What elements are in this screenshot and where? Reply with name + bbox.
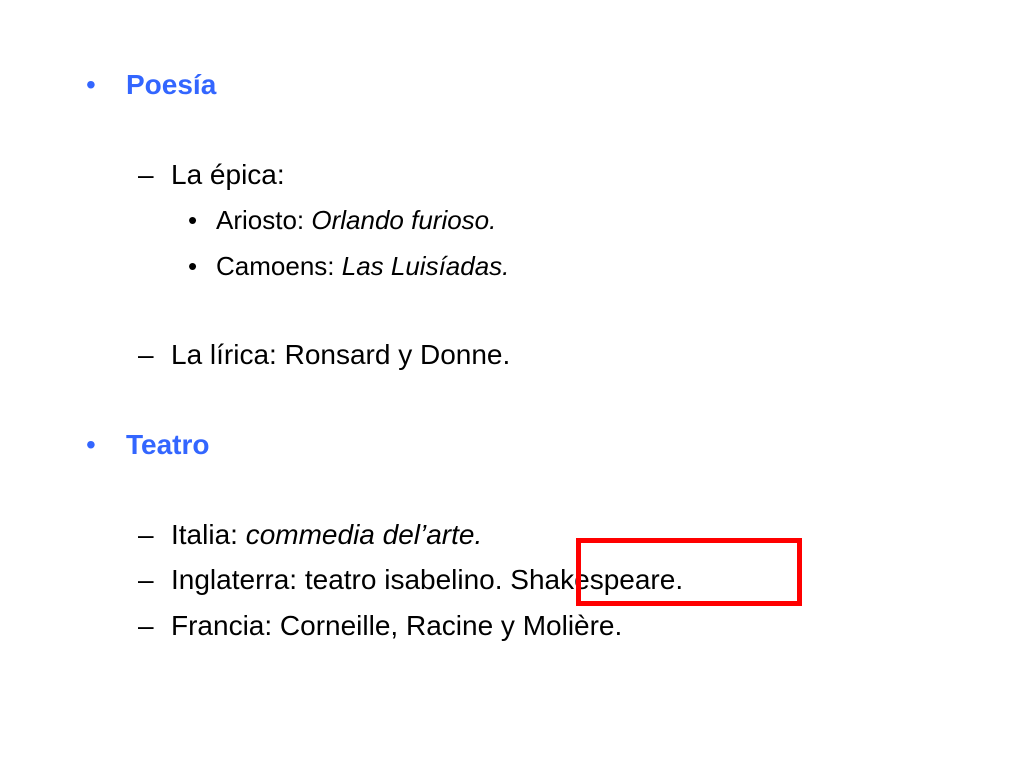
bullet-marker: • [188,251,198,281]
bullet-marker: • [188,205,198,235]
list-item-italic: commedia del’arte. [245,519,483,550]
dash-marker: – [138,339,154,370]
sub-item-camoens: • Camoens: Las Luisíadas. [188,249,509,283]
sub-item-work: Las Luisíadas. [341,251,510,281]
bullet-marker: • [86,69,96,100]
list-item-label: Italia: [171,519,246,550]
section-heading-poesia: • Poesía [86,68,216,102]
dash-marker: – [138,610,154,641]
section-heading-teatro: • Teatro [86,428,210,462]
list-item-label: La lírica: Ronsard y Donne. [171,339,511,370]
section-heading-text: Teatro [126,429,210,460]
list-item-francia: – Francia: Corneille, Racine y Molière. [138,609,622,643]
highlight-box-shakespeare [576,538,802,606]
list-item-label: La épica: [171,159,285,190]
dash-marker: – [138,519,154,550]
dash-marker: – [138,159,154,190]
bullet-marker: • [86,429,96,460]
list-item-la-epica: – La épica: [138,158,285,192]
section-heading-text: Poesía [126,69,217,100]
sub-item-work: Orlando furioso. [311,205,497,235]
sub-item-author: Ariosto: [216,205,312,235]
sub-item-ariosto: • Ariosto: Orlando furioso. [188,203,496,237]
list-item-label: Francia: Corneille, Racine y Molière. [171,610,623,641]
dash-marker: – [138,564,154,595]
list-item-italia: – Italia: commedia del’arte. [138,518,482,552]
list-item-la-lirica: – La lírica: Ronsard y Donne. [138,338,510,372]
sub-item-author: Camoens: [216,251,342,281]
